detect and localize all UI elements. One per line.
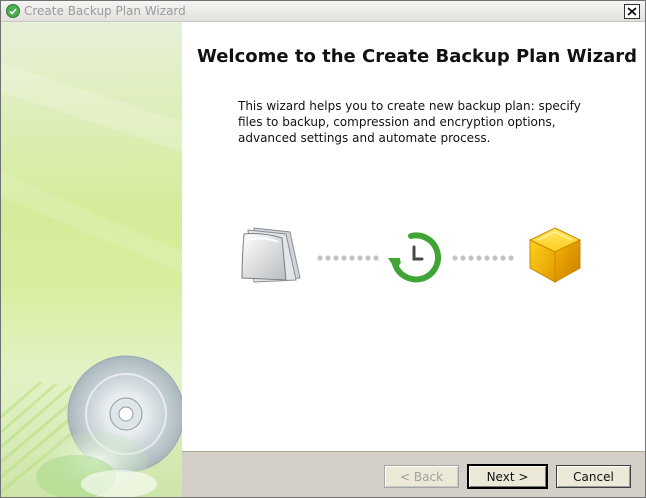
side-banner — [1, 22, 182, 497]
window-title: Create Backup Plan Wizard — [24, 4, 186, 18]
wizard-window: Create Backup Plan Wizard Welcome to the… — [0, 0, 646, 498]
wizard-description: This wizard helps you to create new back… — [238, 99, 581, 145]
close-icon — [627, 7, 637, 16]
process-flow-illustration — [241, 227, 582, 283]
close-button[interactable] — [624, 4, 640, 19]
next-button[interactable]: Next > — [468, 465, 547, 488]
title-bar[interactable]: Create Backup Plan Wizard — [1, 1, 645, 22]
storage-cube-icon — [528, 227, 582, 283]
flow-connector-right — [452, 255, 514, 261]
documents-icon — [241, 227, 301, 283]
page-title: Welcome to the Create Backup Plan Wizard — [197, 46, 637, 67]
backup-app-icon — [6, 4, 20, 18]
cancel-button[interactable]: Cancel — [556, 465, 631, 488]
cd-artwork — [1, 62, 182, 497]
content-area: Welcome to the Create Backup Plan Wizard… — [182, 22, 645, 451]
schedule-clock-icon — [388, 232, 441, 283]
button-bar: < Back Next > Cancel — [182, 451, 645, 497]
back-button[interactable]: < Back — [384, 465, 459, 488]
flow-connector-left — [317, 255, 379, 261]
